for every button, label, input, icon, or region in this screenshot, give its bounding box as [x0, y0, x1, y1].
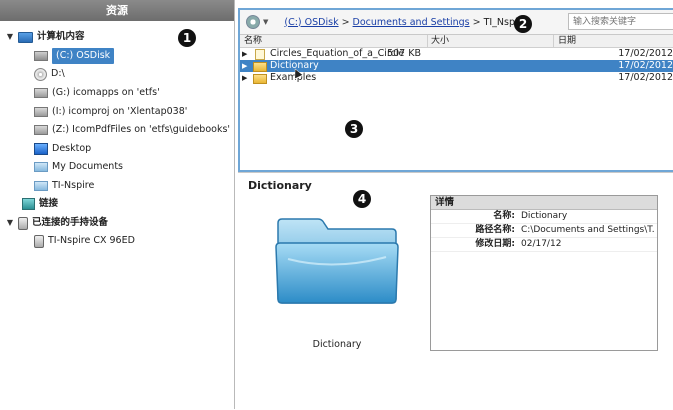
preview-caption: Dictionary [312, 339, 362, 350]
column-header-date[interactable]: 日期 [558, 35, 576, 47]
expand-arrow-icon[interactable]: ▶ [242, 72, 247, 84]
breadcrumb-item[interactable]: Documents and Settings [353, 17, 470, 28]
details-value: 02/17/12 [521, 239, 562, 249]
expand-arrow-icon[interactable]: ▼ [6, 215, 14, 231]
tree-node-i-drive[interactable]: (I:) icomproj on 'Xlentap038' [34, 104, 187, 120]
column-divider[interactable] [553, 35, 554, 47]
breadcrumb: (C:) OSDisk > Documents and Settings > TI_Ns… [284, 17, 527, 28]
expand-arrow-icon[interactable]: ▶ [242, 60, 247, 72]
preview-panel: Dictionary Dictionary 详情 名称: Dictionary … [238, 172, 673, 410]
computer-icon [18, 31, 33, 43]
tree-node-c-drive[interactable]: (C:) OSDisk [34, 48, 115, 64]
tree-node-label: TI-Nspire CX 96ED [48, 235, 135, 246]
folder-icon [253, 62, 267, 72]
file-name: Circles_Equation_of_a_Circle [270, 48, 405, 59]
document-icon [255, 49, 265, 60]
tree-node-g-drive[interactable]: (G:) icomapps on 'etfs' [34, 85, 160, 101]
details-row: 名称: Dictionary [431, 210, 657, 224]
breadcrumb-separator: > [341, 16, 350, 28]
disk-drive-icon [34, 51, 48, 61]
large-folder-icon [275, 218, 399, 304]
network-drive-icon [34, 107, 48, 117]
tree-node-d-drive[interactable]: D:\ [34, 66, 65, 82]
chevron-down-icon[interactable]: ▼ [263, 18, 268, 26]
details-key: 名称: [493, 211, 515, 221]
tree-node-label: (C:) OSDisk [52, 48, 115, 64]
tree-node-label: TI-Nspire [52, 180, 95, 191]
folder-icon [34, 162, 48, 172]
file-row[interactable]: ▶ Examples 17/02/2012 [240, 66, 673, 84]
callout-3: 3 [345, 120, 363, 138]
details-key: 路径名称: [475, 225, 515, 235]
dvd-drive-icon [34, 67, 47, 81]
callout-1: 1 [178, 29, 196, 47]
tree-node-handheld-device[interactable]: TI-Nspire CX 96ED [34, 233, 135, 249]
breadcrumb-item[interactable]: (C:) OSDisk [284, 17, 338, 28]
file-row[interactable]: ▶ Circles_Equation_of_a_Circle 507 KB 17… [240, 48, 673, 60]
desktop-icon [34, 143, 48, 155]
tree-node-my-documents[interactable]: My Documents [34, 159, 123, 175]
tree-node-desktop[interactable]: Desktop [34, 141, 91, 157]
handheld-icon [34, 234, 44, 248]
handheld-icon [18, 216, 28, 230]
details-row: 修改日期: 02/17/12 [431, 238, 657, 252]
details-row: 路径名称: C:\Documents and Settings\T... [431, 224, 657, 238]
details-box: 详情 名称: Dictionary 路径名称: C:\Documents and… [430, 195, 658, 351]
file-size: 507 KB [387, 48, 421, 59]
details-value: Dictionary [521, 211, 568, 221]
details-key: 修改日期: [475, 239, 515, 249]
folder-icon [253, 74, 267, 84]
toolbar: ▼ (C:) OSDisk > Documents and Settings > TI_… [240, 10, 673, 35]
breadcrumb-separator: > [472, 16, 481, 28]
folder-icon [34, 181, 48, 191]
tree-node-label: 已连接的手持设备 [32, 217, 109, 228]
file-date: 17/02/2012 [618, 72, 673, 83]
tree-node-label: 链接 [39, 198, 59, 209]
tree-node-label: My Documents [52, 161, 124, 172]
details-header: 详情 [431, 196, 657, 210]
tree-node-z-drive[interactable]: (Z:) IcomPdfFiles on 'etfs\guidebooks' [34, 122, 230, 138]
column-divider[interactable] [427, 35, 428, 47]
details-value: C:\Documents and Settings\T... [521, 225, 655, 235]
tree-node-label: 计算机内容 [37, 31, 85, 42]
link-icon [22, 198, 35, 210]
expand-arrow-icon[interactable]: ▶ [242, 48, 247, 60]
network-drive-icon [34, 125, 48, 135]
search-input[interactable] [568, 13, 673, 30]
tree-node-label: (G:) icomapps on 'etfs' [52, 87, 160, 98]
file-list-header: 名称 大小 日期 [240, 35, 673, 48]
tree-node-links[interactable]: 链接 [22, 196, 58, 212]
tree-node-label: Desktop [52, 143, 92, 154]
expand-arrow-icon[interactable]: ▼ [6, 29, 14, 45]
tree-node-label: (I:) icomproj on 'Xlentap038' [52, 106, 188, 117]
tree-node-connected-handhelds[interactable]: ▼ 已连接的手持设备 [6, 215, 108, 231]
file-browser-panel: ▼ (C:) OSDisk > Documents and Settings > TI_… [238, 8, 673, 172]
resources-header: 资源 [0, 0, 234, 21]
file-row-selected[interactable]: ▶ Dictionary 17/02/2012 [240, 60, 673, 72]
gear-icon[interactable] [246, 15, 260, 29]
column-header-size[interactable]: 大小 [431, 35, 449, 47]
callout-2: 2 [514, 15, 532, 33]
resources-panel: 资源 ▼ 计算机内容 (C:) OSDisk D:\ (G:) icomapps… [0, 0, 235, 409]
tree-node-ti-nspire[interactable]: TI-Nspire [34, 178, 94, 194]
callout-4: 4 [353, 190, 371, 208]
tree-node-label: (Z:) IcomPdfFiles on 'etfs\guidebooks' [52, 124, 231, 135]
tree-node-computer[interactable]: ▼ 计算机内容 [6, 29, 85, 45]
network-drive-icon [34, 88, 48, 98]
file-date: 17/02/2012 [618, 60, 673, 71]
column-header-name[interactable]: 名称 [244, 35, 262, 47]
file-date: 17/02/2012 [618, 48, 673, 59]
preview-title: Dictionary [248, 179, 312, 192]
tree-node-label: D:\ [51, 68, 65, 79]
